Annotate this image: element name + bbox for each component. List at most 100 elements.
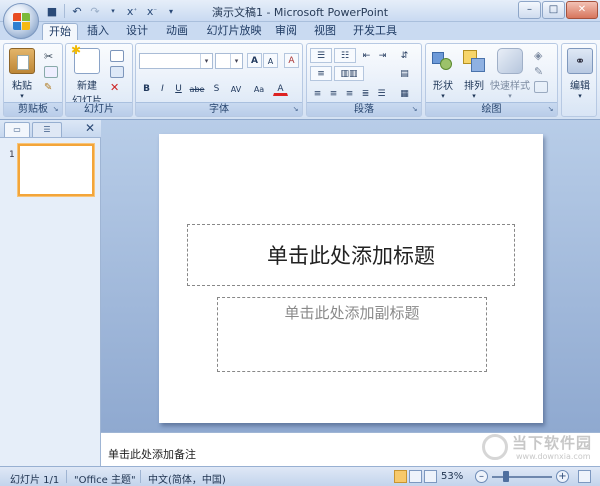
group-font: ▾ ▾ A A A B I U abe S AV Aa A 字体 ↘: [135, 43, 303, 117]
quick-styles-dropdown-icon: ▾: [508, 92, 512, 100]
font-family-select[interactable]: ▾: [139, 53, 213, 69]
quick-styles-label: 快速样式: [490, 81, 530, 92]
smartart-button[interactable]: ▦: [397, 86, 412, 101]
font-size-select[interactable]: ▾: [215, 53, 243, 69]
status-bar: 幻灯片 1/1 "Office 主题" 中文(简体，中国) 53% – +: [0, 466, 600, 486]
pane-tabs: ▭ ☰ ✕: [0, 120, 101, 138]
align-center-button[interactable]: ≡: [326, 86, 341, 101]
tab-slides-thumbnails[interactable]: ▭: [4, 122, 30, 137]
normal-view-button[interactable]: [394, 470, 407, 483]
separator: [66, 470, 67, 483]
change-case-button[interactable]: Aa: [249, 81, 269, 96]
underline-button[interactable]: U: [171, 81, 186, 96]
watermark-logo-icon: [482, 434, 508, 460]
sorter-view-button[interactable]: [409, 470, 422, 483]
columns-button[interactable]: ▥▥: [334, 66, 364, 81]
paragraph-launcher-icon[interactable]: ↘: [410, 105, 419, 114]
paste-button[interactable]: 粘贴 ▾: [8, 48, 36, 100]
tab-design[interactable]: 设计: [121, 23, 153, 40]
zoom-slider-thumb[interactable]: [503, 471, 510, 482]
align-left-button[interactable]: ≡: [310, 86, 325, 101]
drawing-launcher-icon[interactable]: ↘: [546, 105, 555, 114]
group-paragraph: ☰ ☷ ⇤ ⇥ ⇵ ≡ ▥▥ ▤ ≡ ≡ ≡ ≣ ☰ ▦ 段落 ↘: [306, 43, 422, 117]
quick-styles-button[interactable]: 快速样式 ▾: [490, 48, 530, 100]
clipboard-launcher-icon[interactable]: ↘: [51, 105, 60, 114]
paste-dropdown-icon: ▾: [20, 92, 24, 100]
justify-button[interactable]: ≣: [358, 86, 373, 101]
char-spacing-button[interactable]: AV: [226, 81, 246, 96]
tab-animations[interactable]: 动画: [160, 23, 194, 40]
new-slide-icon: ✱: [71, 44, 100, 74]
cut-icon[interactable]: ✂: [44, 50, 58, 63]
zoom-in-button[interactable]: +: [556, 470, 569, 483]
slide-canvas[interactable]: 单击此处添加标题 单击此处添加副标题: [159, 134, 543, 423]
strikethrough-button[interactable]: abe: [187, 81, 207, 96]
tab-slideshow[interactable]: 幻灯片放映: [203, 23, 265, 40]
status-language[interactable]: 中文(简体，中国): [148, 471, 226, 486]
tab-view[interactable]: 视图: [309, 23, 341, 40]
new-slide-label-1: 新建: [77, 81, 97, 92]
group-editing: ⚭ 编辑 ▾: [561, 43, 597, 117]
align-right-button[interactable]: ≡: [342, 86, 357, 101]
arrange-dropdown-icon: ▾: [472, 92, 476, 100]
bullets-button[interactable]: ☰: [310, 48, 332, 63]
reset-icon[interactable]: [110, 66, 124, 78]
zoom-level[interactable]: 53%: [441, 471, 463, 482]
close-button[interactable]: ✕: [566, 1, 598, 19]
shapes-label: 形状: [433, 81, 453, 92]
editing-button[interactable]: ⚭ 编辑 ▾: [565, 48, 595, 100]
tab-outline[interactable]: ☰: [32, 122, 62, 137]
shape-fill-icon[interactable]: ◈: [534, 49, 548, 62]
status-slide-count: 幻灯片 1/1: [10, 475, 60, 486]
clear-format-button[interactable]: A: [284, 53, 299, 68]
grow-font-button[interactable]: A: [247, 53, 262, 68]
slide-thumbnail[interactable]: [18, 144, 94, 196]
restore-button[interactable]: □: [542, 1, 565, 19]
font-launcher-icon[interactable]: ↘: [291, 105, 300, 114]
watermark: 当下软件园 www.downxia.com: [482, 432, 594, 466]
tab-insert[interactable]: 插入: [82, 23, 114, 40]
office-button[interactable]: [3, 3, 39, 39]
numbering-button[interactable]: ☷: [334, 48, 356, 63]
shapes-button[interactable]: 形状 ▾: [429, 48, 457, 100]
line-spacing-button[interactable]: ≡: [310, 66, 332, 81]
ribbon: 粘贴 ▾ ✂ ✎ 剪贴板 ↘ ✱ 新建 幻灯片 ▾ ✕ 幻灯片 ▾ ▾ A A …: [0, 40, 600, 120]
group-clipboard: 粘贴 ▾ ✂ ✎ 剪贴板 ↘: [3, 43, 63, 117]
text-direction-button[interactable]: ⇵: [397, 48, 412, 63]
group-drawing: 形状 ▾ 排列 ▾ 快速样式 ▾ ◈ ✎ 绘图 ↘: [425, 43, 558, 117]
zoom-slider-track[interactable]: [492, 476, 552, 478]
slides-pane: ▭ ☰ ✕ 1: [0, 120, 101, 466]
subtitle-placeholder[interactable]: 单击此处添加副标题: [217, 297, 487, 372]
shadow-button[interactable]: S: [209, 81, 224, 96]
arrange-button[interactable]: 排列 ▾: [460, 48, 488, 100]
italic-button[interactable]: I: [155, 81, 170, 96]
watermark-text: 当下软件园: [512, 434, 593, 452]
increase-indent-button[interactable]: ⇥: [375, 48, 390, 63]
bold-button[interactable]: B: [139, 81, 154, 96]
separator: [140, 470, 141, 483]
fit-to-window-button[interactable]: [578, 470, 591, 483]
tab-developer[interactable]: 开发工具: [349, 23, 401, 40]
minimize-button[interactable]: –: [518, 1, 541, 19]
delete-slide-icon[interactable]: ✕: [110, 82, 124, 94]
slideshow-view-button[interactable]: [424, 470, 437, 483]
copy-icon[interactable]: [44, 66, 58, 78]
align-text-button[interactable]: ▤: [397, 66, 412, 81]
editing-label: 编辑: [570, 81, 590, 92]
tab-review[interactable]: 审阅: [270, 23, 302, 40]
distribute-button[interactable]: ☰: [374, 86, 389, 101]
shape-outline-icon[interactable]: ✎: [534, 65, 548, 78]
zoom-out-button[interactable]: –: [475, 470, 488, 483]
shrink-font-button[interactable]: A: [263, 53, 278, 68]
shape-effects-icon[interactable]: [534, 81, 548, 93]
close-icon[interactable]: ✕: [85, 121, 95, 135]
layout-icon[interactable]: [110, 50, 124, 62]
ribbon-tabs: 开始 插入 设计 动画 幻灯片放映 审阅 视图 开发工具: [0, 22, 600, 40]
title-placeholder[interactable]: 单击此处添加标题: [187, 224, 515, 286]
status-theme[interactable]: "Office 主题": [74, 471, 136, 486]
arrange-label: 排列: [464, 81, 484, 92]
font-color-button[interactable]: A: [273, 81, 288, 96]
decrease-indent-button[interactable]: ⇤: [359, 48, 374, 63]
tab-home[interactable]: 开始: [42, 23, 78, 40]
format-painter-icon[interactable]: ✎: [44, 82, 58, 94]
